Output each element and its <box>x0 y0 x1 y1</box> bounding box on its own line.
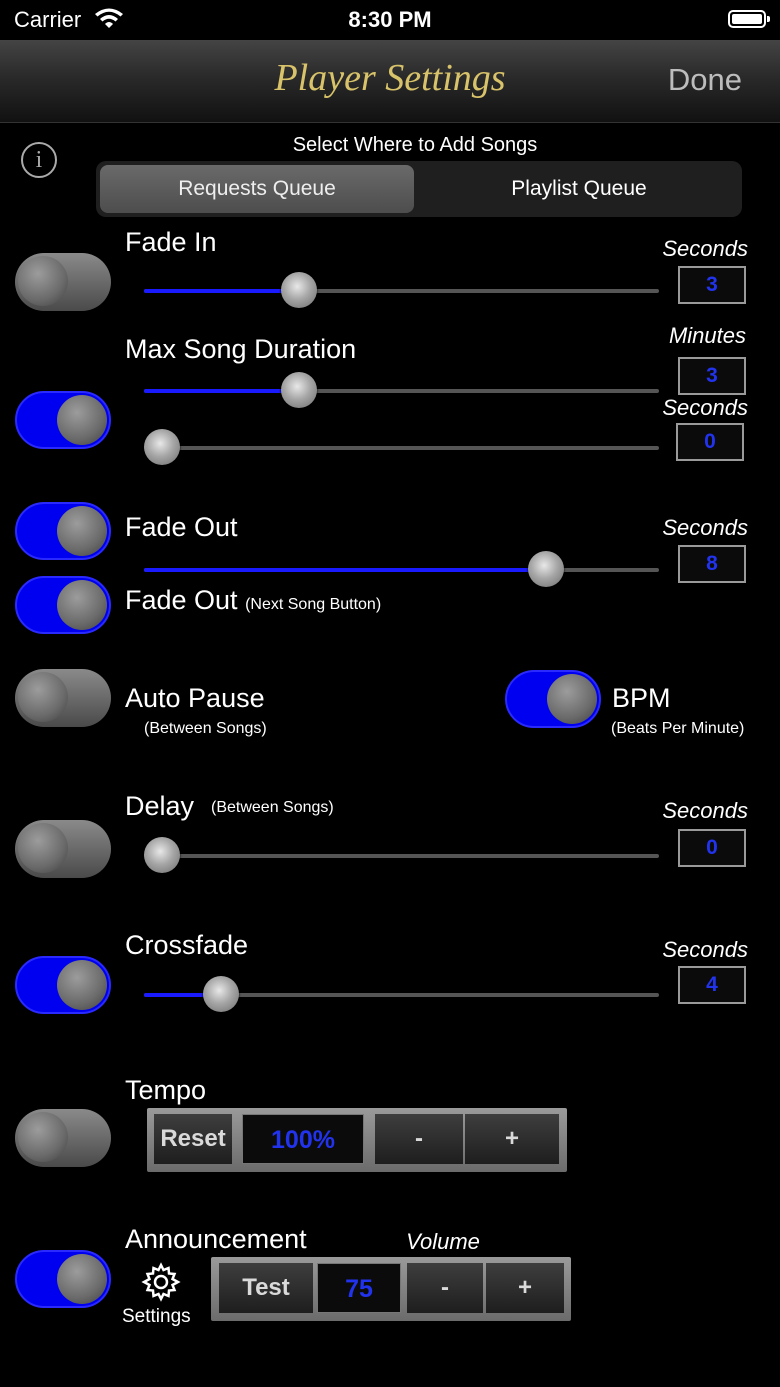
crossfade-unit: Seconds <box>662 937 748 962</box>
crossfade-slider[interactable] <box>144 976 659 1012</box>
crossfade-toggle[interactable] <box>15 956 111 1014</box>
max-duration-minutes-value[interactable]: 3 <box>678 357 746 395</box>
fade-out-value[interactable]: 8 <box>678 545 746 583</box>
crossfade-value[interactable]: 4 <box>678 966 746 1004</box>
delay-value[interactable]: 0 <box>678 829 746 867</box>
bpm-note: (Beats Per Minute) <box>611 720 745 737</box>
crossfade-label: Crossfade <box>125 930 249 960</box>
tempo-plus-button[interactable]: + <box>465 1114 559 1164</box>
bpm-toggle[interactable] <box>505 670 601 728</box>
auto-pause-label: Auto Pause <box>125 683 265 713</box>
announcement-settings-button[interactable]: Settings <box>122 1306 191 1328</box>
fade-out-next-label: Fade Out (Next Song Button) <box>125 585 381 616</box>
fade-in-label: Fade In <box>125 227 217 257</box>
fade-in-value[interactable]: 3 <box>678 266 746 304</box>
delay-note: (Between Songs) <box>211 799 334 816</box>
fade-out-toggle[interactable] <box>15 502 111 560</box>
tempo-value: 100% <box>242 1114 364 1164</box>
tempo-minus-button[interactable]: - <box>375 1114 463 1164</box>
announcement-volume-value: 75 <box>317 1263 401 1313</box>
page-title: Player Settings <box>274 57 506 99</box>
auto-pause-note: (Between Songs) <box>144 720 267 737</box>
tempo-control-bar: Reset 100% - + <box>147 1108 567 1172</box>
max-song-duration-toggle[interactable] <box>15 391 111 449</box>
max-song-duration-label: Max Song Duration <box>125 334 357 364</box>
navigation-bar: Player Settings Done <box>0 40 780 123</box>
queue-segmented-control: Requests Queue Playlist Queue <box>96 161 742 217</box>
volume-plus-button[interactable]: + <box>486 1263 564 1313</box>
fade-out-unit: Seconds <box>662 515 748 540</box>
fade-out-next-toggle[interactable] <box>15 576 111 634</box>
fade-out-slider[interactable] <box>144 551 659 587</box>
requests-queue-segment[interactable]: Requests Queue <box>100 165 414 213</box>
playlist-queue-segment[interactable]: Playlist Queue <box>420 165 738 213</box>
fade-in-toggle[interactable] <box>15 253 111 311</box>
delay-toggle[interactable] <box>15 820 111 878</box>
delay-slider[interactable] <box>144 837 659 873</box>
max-duration-seconds-value[interactable]: 0 <box>676 423 744 461</box>
fade-out-next-title: Fade Out <box>125 585 238 615</box>
done-button[interactable]: Done <box>668 62 742 98</box>
tempo-reset-button[interactable]: Reset <box>154 1114 232 1164</box>
queue-label: Select Where to Add Songs <box>292 134 538 156</box>
tempo-label: Tempo <box>125 1075 207 1105</box>
fade-in-unit: Seconds <box>662 236 748 261</box>
clock: 8:30 PM <box>348 7 432 32</box>
fade-out-label: Fade Out <box>125 512 238 542</box>
delay-label: Delay <box>125 791 195 821</box>
max-duration-seconds-slider[interactable] <box>144 429 659 465</box>
max-duration-seconds-unit: Seconds <box>662 395 748 420</box>
announcement-label: Announcement <box>125 1224 307 1254</box>
tempo-toggle[interactable] <box>15 1109 111 1167</box>
bpm-label: BPM <box>612 683 671 713</box>
volume-label: Volume <box>406 1229 480 1254</box>
announcement-toggle[interactable] <box>15 1250 111 1308</box>
announcement-control-bar: Test 75 - + <box>211 1257 571 1321</box>
info-icon[interactable]: i <box>21 142 57 178</box>
announcement-test-button[interactable]: Test <box>219 1263 313 1313</box>
delay-unit: Seconds <box>662 798 748 823</box>
max-duration-minutes-slider[interactable] <box>144 372 659 408</box>
battery-icon <box>728 10 770 28</box>
max-duration-minutes-unit: Minutes <box>668 323 746 348</box>
status-bar: Carrier 8:30 PM <box>0 0 780 40</box>
auto-pause-toggle[interactable] <box>15 669 111 727</box>
fade-in-slider[interactable] <box>144 272 659 308</box>
volume-minus-button[interactable]: - <box>407 1263 483 1313</box>
fade-out-next-note: (Next Song Button) <box>245 596 382 613</box>
gear-icon[interactable] <box>141 1262 181 1302</box>
